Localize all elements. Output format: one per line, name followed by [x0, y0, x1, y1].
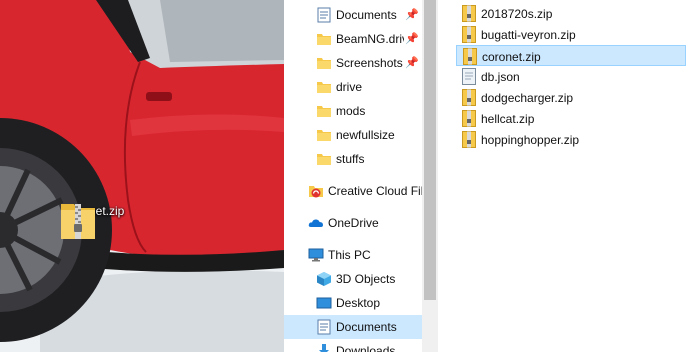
file-list: 2018720s.zip bugatti-veyron.zip coronet.…	[438, 0, 686, 352]
file-row-hellcat[interactable]: hellcat.zip	[456, 108, 686, 129]
zip-file-icon	[462, 110, 476, 127]
file-name: hellcat.zip	[481, 112, 535, 126]
nav-item-this-pc[interactable]: This PC	[284, 243, 422, 267]
onedrive-icon	[308, 219, 323, 227]
car-wallpaper-image	[0, 0, 284, 352]
nav-item-label: Screenshots	[336, 56, 403, 70]
zip-file-icon	[462, 131, 476, 148]
zip-file-icon	[462, 5, 476, 22]
downloads-icon	[319, 344, 329, 352]
nav-item-label: drive	[336, 80, 363, 94]
file-row-db-json[interactable]: db.json	[456, 66, 686, 87]
file-name: hoppinghopper.zip	[481, 133, 580, 147]
file-row-dodgecharger[interactable]: dodgecharger.zip	[456, 87, 686, 108]
nav-item-documents-pinned[interactable]: Documents 📌	[284, 3, 422, 27]
nav-item-stuffs[interactable]: stuffs	[284, 147, 422, 171]
nav-item-mods[interactable]: mods	[284, 99, 422, 123]
nav-item-3d-objects[interactable]: 3D Objects	[284, 267, 422, 291]
folder-icon	[317, 58, 331, 69]
nav-item-label: 3D Objects	[336, 272, 396, 286]
zip-file-icon	[462, 89, 476, 106]
folder-icon	[317, 82, 331, 93]
scrollbar-thumb[interactable]	[424, 0, 436, 300]
nav-item-label: Documents	[336, 320, 397, 334]
nav-item-label: stuffs	[336, 152, 365, 166]
file-name: bugatti-veyron.zip	[481, 28, 576, 42]
nav-item-label: Downloads	[336, 344, 396, 352]
desktop-wallpaper: coronet.zip	[0, 0, 284, 352]
nav-item-desktop[interactable]: Desktop	[284, 291, 422, 315]
nav-item-label: mods	[336, 104, 366, 118]
pin-icon: 📌	[405, 57, 419, 69]
nav-item-onedrive[interactable]: OneDrive	[284, 211, 422, 235]
nav-item-label: newfullsize	[336, 128, 395, 142]
desktop-coronet-zip[interactable]: coronet.zip	[58, 198, 132, 239]
desktop-icon	[316, 297, 332, 309]
nav-item-newfullsize[interactable]: newfullsize	[284, 123, 422, 147]
pin-icon: 📌	[405, 9, 419, 21]
creative-cloud-icon	[309, 186, 323, 198]
nav-item-documents-selected[interactable]: Documents	[284, 315, 422, 339]
nav-item-label: Documents	[336, 8, 397, 22]
nav-item-label: Creative Cloud Fil	[328, 184, 422, 198]
nav-item-downloads[interactable]: Downloads	[284, 339, 422, 352]
file-name: dodgecharger.zip	[481, 91, 574, 105]
3d-objects-icon	[317, 272, 331, 286]
zip-folder-icon	[61, 204, 95, 239]
navigation-pane: Documents 📌 BeamNG.driv 📌 Screenshots 📌 …	[284, 0, 422, 352]
json-file-icon	[462, 68, 476, 85]
file-row-2018720s[interactable]: 2018720s.zip	[456, 3, 686, 24]
nav-item-label: This PC	[328, 248, 371, 262]
file-name: db.json	[481, 70, 520, 84]
folder-icon	[317, 34, 331, 45]
documents-icon	[317, 7, 331, 23]
folder-icon	[317, 130, 331, 141]
file-row-bugatti-veyron[interactable]: bugatti-veyron.zip	[456, 24, 686, 45]
file-name: 2018720s.zip	[481, 7, 553, 21]
navigation-scrollbar[interactable]	[422, 0, 438, 352]
documents-icon	[317, 319, 331, 335]
file-row-hoppinghopper[interactable]: hoppinghopper.zip	[456, 129, 686, 150]
folder-icon	[317, 106, 331, 117]
nav-item-label: BeamNG.driv	[336, 32, 404, 46]
file-name: coronet.zip	[482, 50, 541, 64]
nav-item-drive[interactable]: drive	[284, 75, 422, 99]
pin-icon: 📌	[405, 33, 419, 45]
nav-item-label: OneDrive	[328, 216, 379, 230]
zip-file-icon	[463, 48, 477, 65]
nav-item-beamng[interactable]: BeamNG.driv 📌	[284, 27, 422, 51]
zip-file-icon	[462, 26, 476, 43]
folder-icon	[317, 154, 331, 165]
nav-item-creative-cloud[interactable]: Creative Cloud Fil	[284, 179, 422, 203]
nav-item-label: Desktop	[336, 296, 381, 310]
file-row-coronet-selected[interactable]: coronet.zip	[456, 45, 686, 66]
nav-item-screenshots[interactable]: Screenshots 📌	[284, 51, 422, 75]
this-pc-icon	[308, 248, 324, 262]
